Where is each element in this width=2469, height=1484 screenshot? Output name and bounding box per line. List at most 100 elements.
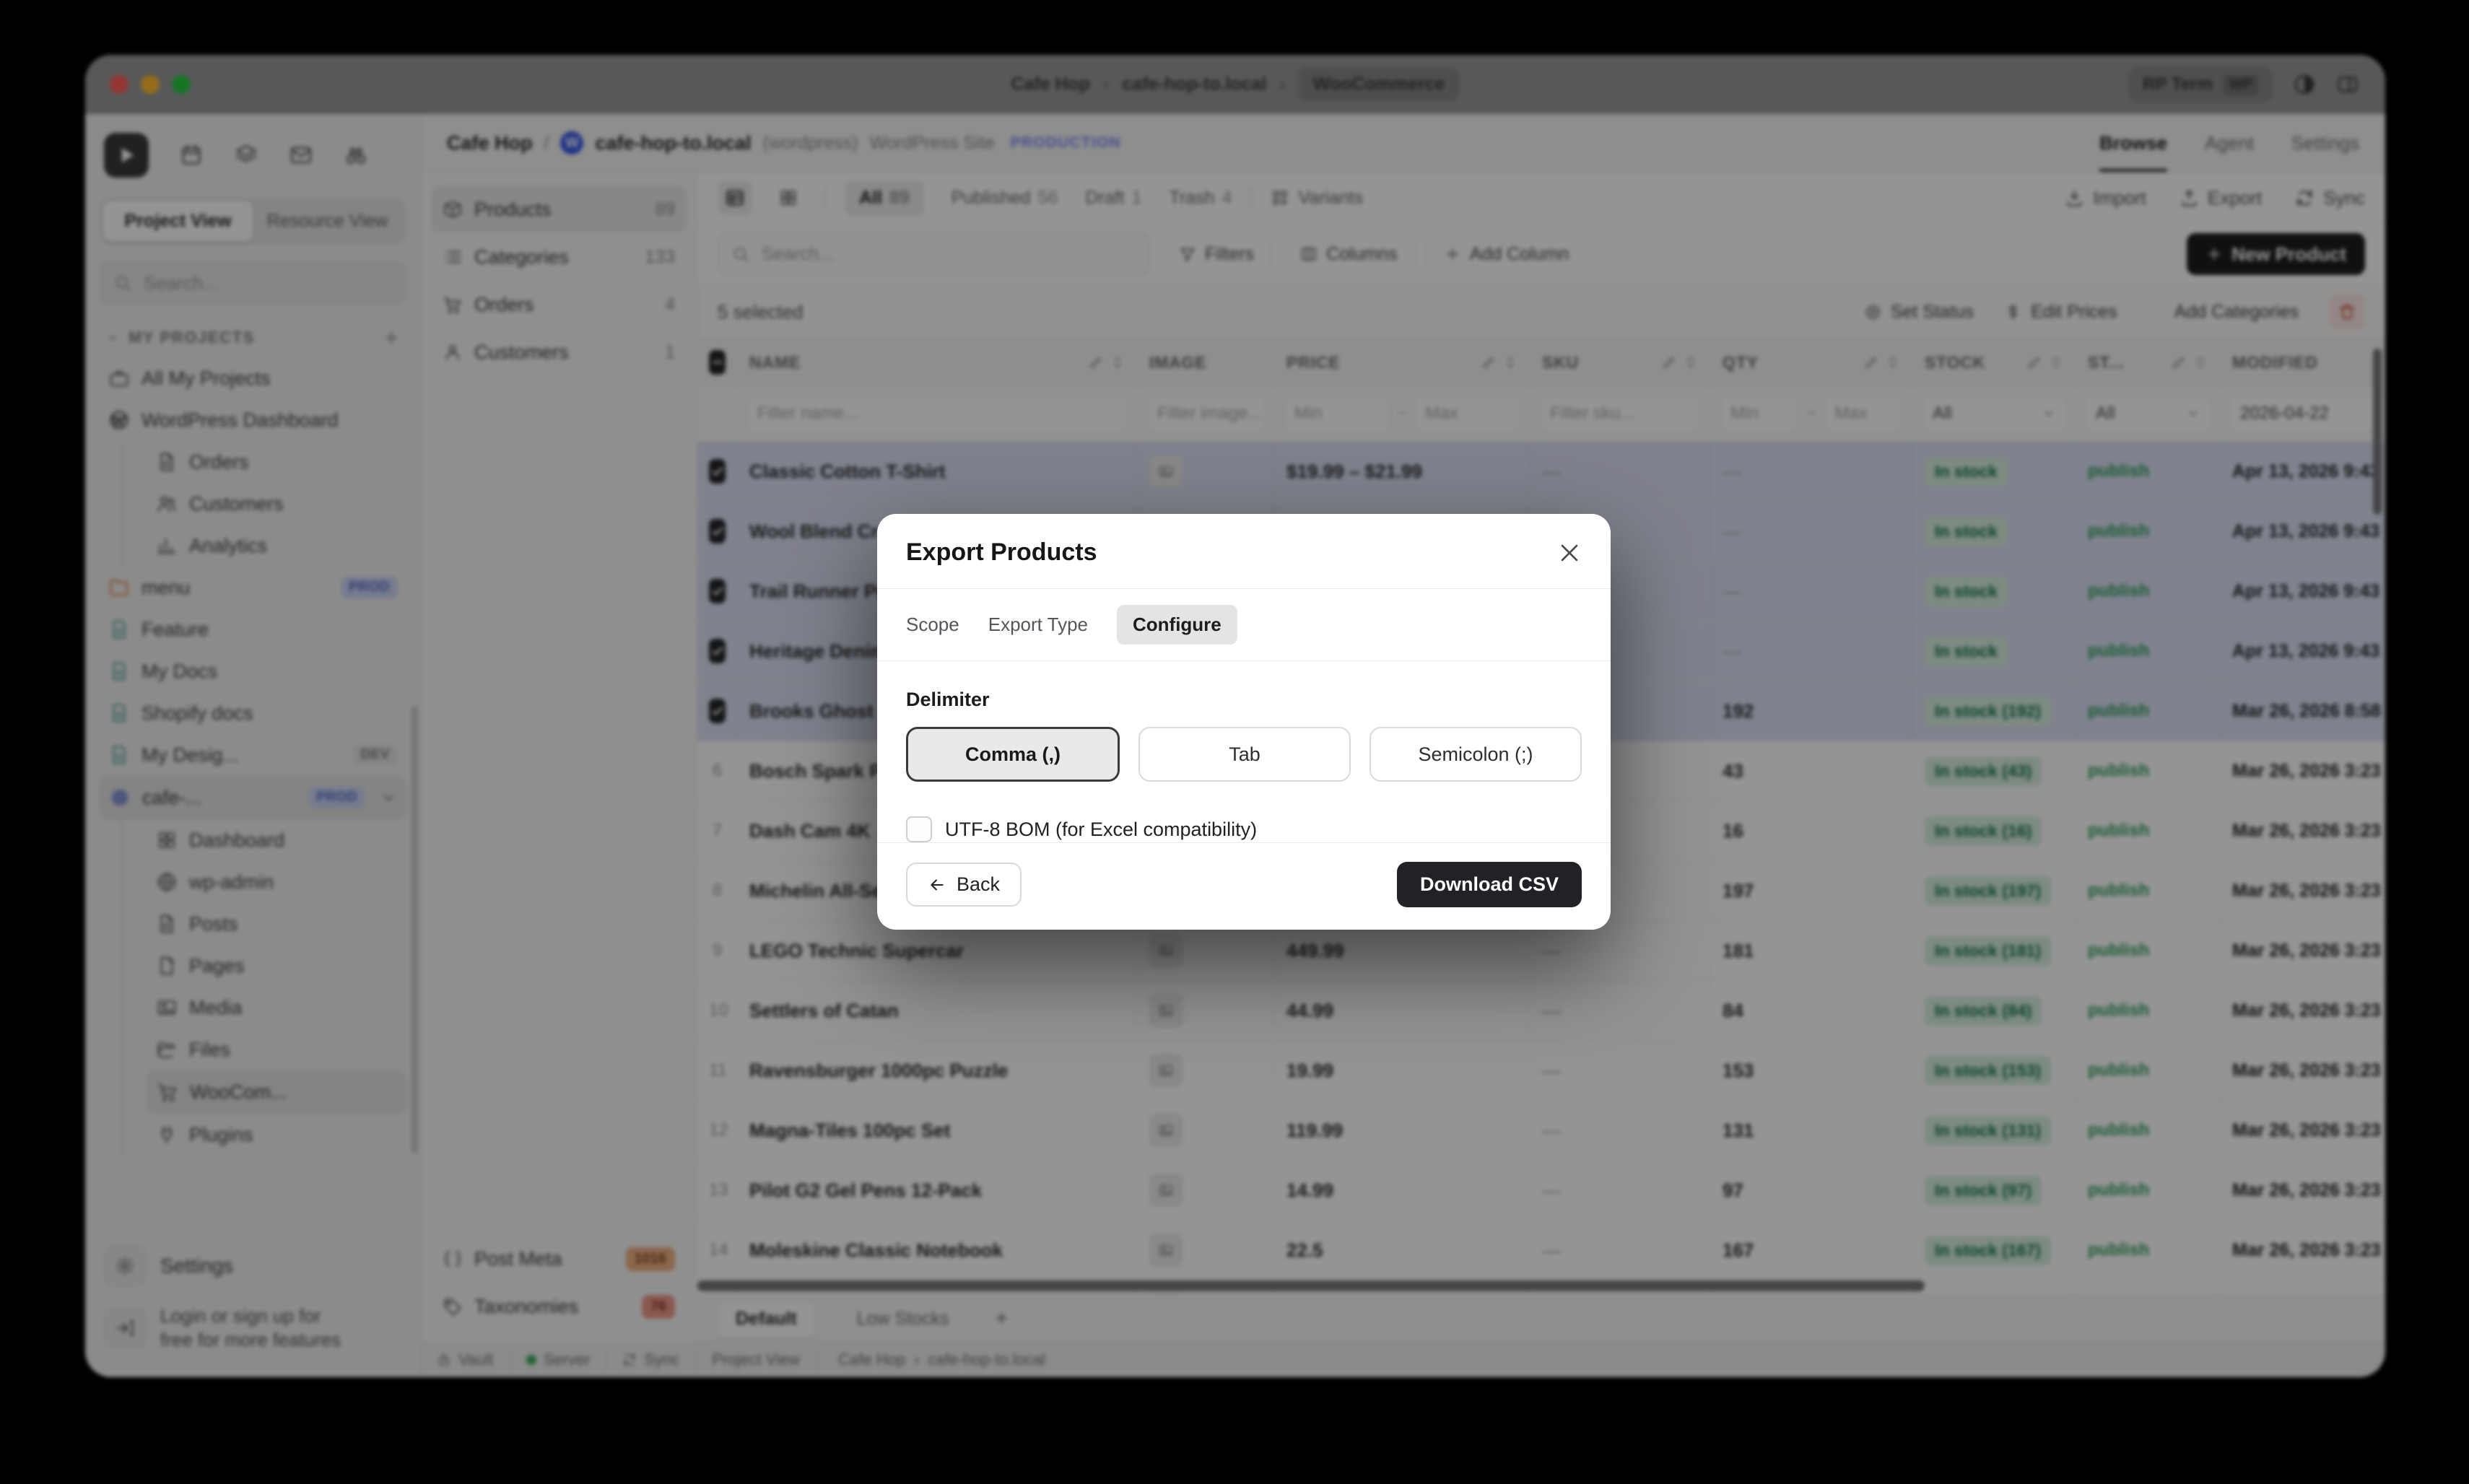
column-header-image[interactable]: IMAGE (1138, 339, 1275, 385)
cell-status[interactable]: publish (2076, 681, 2221, 741)
statusbar-project-view[interactable]: Project View (712, 1350, 800, 1369)
cell-stock[interactable]: In stock (52) (1913, 1280, 2076, 1295)
sidebar-item-cafe-[interactable]: cafe-...PROD (100, 776, 406, 819)
sidebar-item-customers[interactable]: Customers (147, 483, 406, 525)
titlebar-crumb[interactable]: Cafe Hop (1011, 74, 1090, 95)
cell-qty[interactable]: 181 (1711, 921, 1913, 980)
cell-status[interactable]: publish (2076, 1161, 2221, 1220)
cell-status[interactable]: publish (2076, 562, 2221, 621)
sidebar-item-orders[interactable]: Orders (147, 441, 406, 483)
collection-customers[interactable]: Customers1 (431, 328, 687, 376)
sidebar-item-woocom-[interactable]: WooCom... (147, 1070, 406, 1114)
modal-tab-configure[interactable]: Configure (1117, 605, 1237, 645)
cell-status[interactable]: publish (2076, 861, 2221, 920)
status-filter-select[interactable]: All (2085, 395, 2211, 432)
table-row[interactable]: 12Magna-Tiles 100pc Set119.99—131In stoc… (697, 1101, 2385, 1161)
delete-selected-button[interactable] (2329, 294, 2365, 330)
cell-name[interactable]: Moleskine Classic Notebook (738, 1221, 1138, 1280)
delimiter-option-comma[interactable]: Comma (,) (906, 727, 1120, 782)
stack-icon[interactable] (234, 143, 258, 167)
cell-qty[interactable]: 167 (1711, 1221, 1913, 1280)
stock-filter-select[interactable]: All (1922, 395, 2067, 432)
sidebar-item-shopify-docs[interactable]: Shopify docs (100, 692, 406, 734)
cell-price[interactable]: 14.99 (1275, 1161, 1530, 1220)
cell-status[interactable]: publish (2076, 621, 2221, 681)
cell-status[interactable]: publish (2076, 981, 2221, 1040)
binoculars-icon[interactable] (344, 143, 368, 167)
cell-qty[interactable]: — (1711, 621, 1913, 681)
cell-price[interactable]: 119.99 (1275, 1101, 1530, 1160)
view-tab-low-stocks[interactable]: Low Stocks (838, 1301, 968, 1337)
cell-stock[interactable]: In stock (131) (1913, 1101, 2076, 1160)
cell-sku[interactable]: — (1530, 1221, 1711, 1280)
cell-price[interactable]: 44.99 (1275, 981, 1530, 1040)
cell-name[interactable]: LEGO Technic Supercar (738, 921, 1138, 980)
product-thumbnail[interactable] (1149, 455, 1183, 488)
sidebar-tab-project-view[interactable]: Project View (103, 201, 253, 241)
product-thumbnail[interactable] (1149, 1234, 1183, 1267)
cell-sku[interactable]: — (1530, 442, 1711, 501)
utf8-bom-option[interactable]: UTF-8 BOM (for Excel compatibility) (906, 816, 1582, 842)
sidebar-item-all-my-projects[interactable]: All My Projects (100, 357, 406, 399)
sidebar-scrollbar[interactable] (412, 706, 418, 1153)
modified-filter-date[interactable]: 2026-04-22 (2229, 395, 2385, 432)
table-search-input[interactable] (760, 243, 1136, 266)
import-button[interactable]: Import (2065, 187, 2146, 209)
cell-name[interactable]: Classic Cotton T-Shirt (738, 442, 1138, 501)
cell-status[interactable]: publish (2076, 1101, 2221, 1160)
table-search[interactable] (718, 232, 1149, 276)
image-filter-input[interactable]: Filter image... (1146, 395, 1266, 432)
sidebar-item-analytics[interactable]: Analytics (147, 525, 406, 567)
table-view-button[interactable] (718, 180, 752, 215)
column-header-modified[interactable]: MODIFIED (2221, 339, 2385, 385)
collection-categories[interactable]: Categories133 (431, 233, 687, 281)
grid-view-button[interactable] (771, 180, 806, 215)
row-checkbox-checked[interactable] (709, 699, 726, 723)
column-header-sku[interactable]: SKU (1530, 339, 1711, 385)
sidebar-item-dashboard[interactable]: Dashboard (147, 819, 406, 861)
nav-browse[interactable]: Browse (2099, 114, 2167, 172)
price-min-input[interactable]: Min (1284, 395, 1390, 432)
qty-min-input[interactable]: Min (1720, 395, 1800, 432)
toggle-panel-icon[interactable] (2336, 73, 2359, 96)
cell-stock[interactable]: In stock (1913, 562, 2076, 621)
titlebar-crumb[interactable]: WooCommerce (1299, 68, 1460, 102)
add-categories-button[interactable]: Add Categories (2148, 302, 2299, 323)
collection-products[interactable]: Products89 (431, 186, 687, 233)
cell-status[interactable]: publish (2076, 1221, 2221, 1280)
row-checkbox-checked[interactable] (709, 579, 726, 603)
my-projects-section-header[interactable]: MY PROJECTS (100, 324, 406, 357)
delimiter-option-semicolon[interactable]: Semicolon (;) (1370, 727, 1582, 782)
sidebar-search[interactable] (100, 261, 406, 305)
cell-stock[interactable]: In stock (1913, 442, 2076, 501)
sync-button[interactable]: Sync (2295, 187, 2365, 209)
zoom-window-button[interactable] (172, 75, 191, 94)
sidebar-item-my-docs[interactable]: My Docs (100, 650, 406, 692)
cell-stock[interactable]: In stock (1913, 502, 2076, 561)
table-row[interactable]: 10Settlers of Catan44.99—84In stock (84)… (697, 981, 2385, 1041)
cell-qty[interactable]: 97 (1711, 1161, 1913, 1220)
cell-stock[interactable]: In stock (197) (1913, 861, 2076, 920)
calendar-icon[interactable] (179, 143, 204, 167)
cell-qty[interactable]: 131 (1711, 1101, 1913, 1160)
cell-stock[interactable]: In stock (181) (1913, 921, 2076, 980)
cell-stock[interactable]: In stock (97) (1913, 1161, 2076, 1220)
statusbar-server[interactable]: Server (526, 1350, 591, 1369)
row-checkbox-checked[interactable] (709, 519, 726, 544)
vertical-scrollbar[interactable] (2373, 349, 2382, 515)
collection-orders[interactable]: Orders4 (431, 281, 687, 328)
breadcrumb-project[interactable]: Cafe Hop (447, 132, 533, 154)
cell-sku[interactable]: — (1530, 1161, 1711, 1220)
horizontal-scrollbar[interactable] (697, 1280, 1925, 1291)
columns-button[interactable]: Columns (1284, 234, 1414, 274)
cell-qty[interactable]: 153 (1711, 1041, 1913, 1100)
product-thumbnail[interactable] (1149, 1114, 1183, 1147)
cell-qty[interactable]: 16 (1711, 801, 1913, 860)
table-row[interactable]: Classic Cotton T-Shirt$19.99 – $21.99——I… (697, 442, 2385, 502)
cell-stock[interactable]: In stock (153) (1913, 1041, 2076, 1100)
product-thumbnail[interactable] (1149, 1174, 1183, 1207)
sku-filter-input[interactable]: Filter sku... (1539, 395, 1702, 432)
modal-tab-scope[interactable]: Scope (906, 614, 959, 636)
table-row[interactable]: 13Pilot G2 Gel Pens 12-Pack14.99—97In st… (697, 1161, 2385, 1221)
delimiter-option-tab[interactable]: Tab (1138, 727, 1351, 782)
